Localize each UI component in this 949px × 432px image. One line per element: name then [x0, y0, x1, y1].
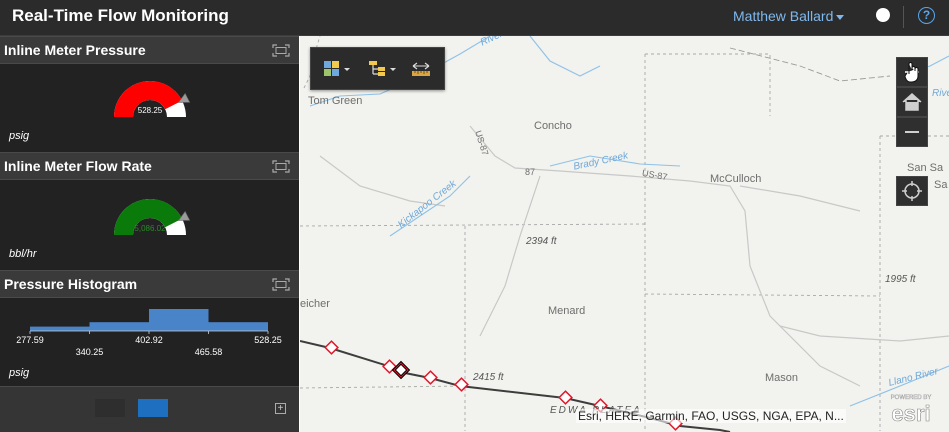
map-label: Tom Green [308, 95, 363, 107]
home-button[interactable] [896, 87, 928, 117]
basemap [300, 36, 949, 432]
unit-label: psig [9, 130, 30, 142]
maximize-icon[interactable] [272, 278, 290, 291]
zoom-out-button[interactable] [896, 117, 928, 147]
panel-title: Inline Meter Flow Rate [4, 158, 152, 174]
chevron-down-icon [836, 14, 845, 20]
zoom-in-icon [904, 62, 919, 83]
histogram-tick-label: 465.58 [195, 347, 223, 357]
map-label: San Sa [907, 162, 944, 174]
app-title: Real-Time Flow Monitoring [12, 6, 229, 25]
map-label: Concho [534, 120, 572, 132]
pressure-gauge: 528.25 [114, 81, 191, 117]
flow-gauge: 5,086.02 [114, 199, 191, 235]
sidebar: Inline Meter Pressure 528.25 psig Inline… [0, 36, 299, 432]
panel-header: Pressure Histogram [0, 271, 299, 298]
app-header: Real-Time Flow Monitoring Matthew Ballar… [0, 0, 949, 36]
histogram-chart: 277.59 340.25 402.92 465.58 528.25 [16, 309, 282, 357]
user-name: Matthew Ballard [733, 8, 834, 24]
map-label: Sa [934, 179, 948, 191]
meter-marker [454, 377, 469, 392]
panel-title: Pressure Histogram [4, 276, 138, 292]
unit-label: bbl/hr [9, 248, 37, 260]
header-divider [903, 6, 904, 28]
pressure-histogram-panel: Pressure Histogram 277.59 340.25 402.92 465… [0, 270, 299, 386]
theme-dark-swatch[interactable] [95, 399, 125, 417]
map-attribution: Esri, HERE, Garmin, FAO, USGS, NGA, EPA,… [576, 409, 846, 423]
gauge-value: 528.25 [138, 106, 163, 115]
histogram-tick-label: 340.25 [76, 347, 104, 357]
river-label: Rive [932, 88, 949, 99]
user-menu[interactable]: Matthew Ballard [733, 8, 845, 24]
locate-button[interactable] [896, 176, 928, 206]
sidebar-footer: + [0, 386, 299, 432]
map-label: eicher [300, 298, 330, 310]
histogram-bar [89, 322, 149, 331]
locate-icon [902, 181, 922, 201]
gauge-value: 5,086.02 [134, 224, 166, 233]
minus-icon [905, 131, 919, 133]
meter-marker [558, 390, 573, 405]
esri-logo: POWERED BY esri [891, 395, 932, 426]
histogram-tick-label: 277.59 [16, 335, 44, 345]
histogram-bar [208, 322, 268, 331]
basemap-gallery-icon[interactable] [323, 59, 353, 79]
road-label: 87 [525, 167, 536, 177]
histogram-bar [149, 309, 209, 331]
elevation-label: 2394 ft [526, 236, 557, 247]
map-label: Menard [548, 305, 586, 317]
unit-label: psig [9, 367, 30, 379]
histogram-tick-label: 528.25 [254, 335, 282, 345]
panel-header: Inline Meter Flow Rate [0, 153, 299, 180]
esri-brand-text: esri [891, 401, 930, 426]
measure-icon[interactable] [411, 59, 431, 79]
home-icon [902, 92, 922, 111]
map-label: McCulloch [710, 173, 762, 185]
histogram-tick-label: 402.92 [135, 335, 163, 345]
map-label: Mason [765, 372, 799, 384]
add-panel-icon[interactable]: + [275, 403, 286, 414]
histogram-bar [30, 326, 90, 331]
flow-gauge-panel: Inline Meter Flow Rate 5,086.02 bbl/hr [0, 152, 299, 270]
elevation-label: 2415 ft [473, 372, 504, 383]
selected-meter-marker [391, 360, 411, 380]
help-icon[interactable]: ? [918, 7, 935, 24]
pressure-gauge-panel: Inline Meter Pressure 528.25 psig [0, 36, 299, 152]
meter-marker [324, 340, 339, 355]
status-indicator[interactable] [876, 8, 890, 22]
layer-list-icon[interactable] [367, 59, 399, 79]
elevation-label: 1995 ft [885, 274, 916, 285]
maximize-icon[interactable] [272, 160, 290, 173]
theme-blue-swatch[interactable] [138, 399, 168, 417]
map-view[interactable]: Tom Green Concho McCulloch Menard Mason … [300, 36, 949, 432]
panel-header: Inline Meter Pressure [0, 37, 299, 64]
zoom-in-button[interactable] [896, 57, 928, 87]
map-toolbar [310, 47, 445, 90]
meter-marker [423, 370, 438, 385]
panel-title: Inline Meter Pressure [4, 42, 146, 58]
maximize-icon[interactable] [272, 44, 290, 57]
